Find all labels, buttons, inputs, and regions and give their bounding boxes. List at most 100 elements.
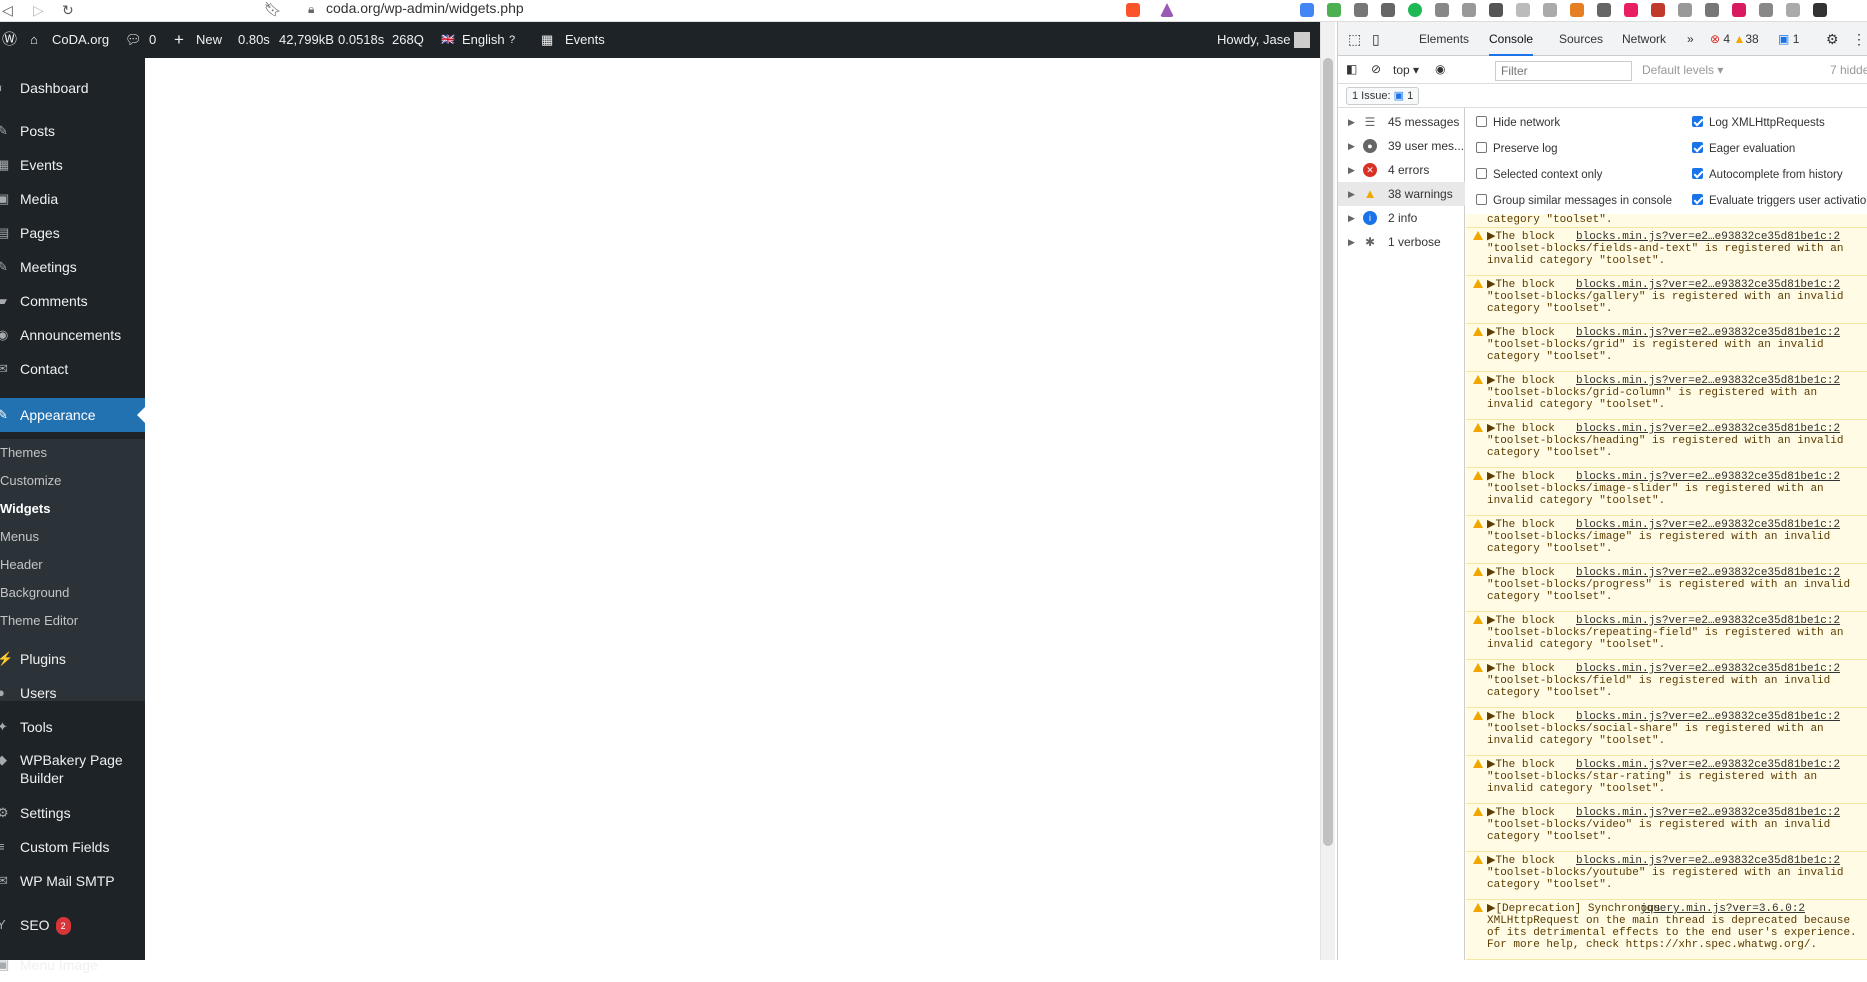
- tab-sources[interactable]: Sources: [1559, 22, 1603, 56]
- plus-icon[interactable]: +: [174, 22, 184, 58]
- list-item[interactable]: ▶ ▲ 38 warnings: [1338, 182, 1465, 206]
- context-selector[interactable]: top ▾: [1393, 63, 1419, 77]
- error-counter[interactable]: ⊗ 4 ▲38: [1710, 22, 1759, 56]
- home-icon[interactable]: ⌂: [30, 22, 38, 58]
- submenu-item-background[interactable]: Background: [0, 579, 69, 607]
- list-item[interactable]: ▶ ✱ 1 verbose: [1338, 230, 1465, 254]
- checkbox-box[interactable]: [1476, 116, 1487, 127]
- address-bar[interactable]: 🔒︎ coda.org/wp-admin/widgets.php: [300, 0, 1120, 20]
- sidebar-item-users[interactable]: ● Users: [0, 676, 145, 710]
- brave-shield-icon[interactable]: [1126, 3, 1140, 17]
- extension-icon[interactable]: [1759, 3, 1773, 17]
- console-warning-entry[interactable]: blocks.min.js?ver=e2…e93832ce35d81be1c:2…: [1466, 516, 1867, 564]
- source-link[interactable]: blocks.min.js?ver=e2…e93832ce35d81be1c:2: [1576, 519, 1840, 531]
- checkbox-box[interactable]: [1692, 194, 1703, 205]
- extension-icon[interactable]: [1462, 3, 1476, 17]
- query-monitor-queries[interactable]: 268Q: [392, 22, 424, 58]
- extension-icon[interactable]: [1435, 3, 1449, 17]
- extension-icon[interactable]: [1705, 3, 1719, 17]
- preserve-log-checkbox[interactable]: Preserve log: [1476, 142, 1558, 155]
- submenu-item-themes[interactable]: Themes: [0, 439, 47, 467]
- sidebar-item-meetings[interactable]: ✎ Meetings: [0, 250, 145, 284]
- device-toolbar-icon[interactable]: ▯: [1372, 22, 1380, 56]
- source-link[interactable]: blocks.min.js?ver=e2…e93832ce35d81be1c:2: [1576, 327, 1840, 339]
- language-switcher[interactable]: English: [462, 22, 505, 58]
- extension-icon[interactable]: [1570, 3, 1584, 17]
- scrollbar-thumb[interactable]: [1323, 58, 1333, 846]
- console-warning-entry[interactable]: blocks.min.js?ver=e2…e93832ce35d81be1c:2…: [1466, 228, 1867, 276]
- list-item[interactable]: ▶ ● 39 user mes...: [1338, 134, 1465, 158]
- extension-icon[interactable]: [1678, 3, 1692, 17]
- source-link[interactable]: blocks.min.js?ver=e2…e93832ce35d81be1c:2: [1576, 807, 1840, 819]
- eager-evaluation-checkbox[interactable]: Eager evaluation: [1692, 142, 1795, 155]
- checkbox-box[interactable]: [1692, 168, 1703, 179]
- list-item[interactable]: ▶ ☰ 45 messages: [1338, 110, 1465, 134]
- sidebar-item-custom-fields[interactable]: ≡ Custom Fields: [0, 830, 145, 864]
- sidebar-item-announcements[interactable]: ◉ Announcements: [0, 318, 145, 352]
- back-icon[interactable]: ◁: [2, 2, 13, 19]
- sidebar-item-contact[interactable]: ✉ Contact: [0, 352, 145, 386]
- site-name-link[interactable]: CoDA.org: [52, 22, 109, 58]
- translate-extension-icon[interactable]: [1300, 3, 1314, 17]
- console-warning-entry[interactable]: blocks.min.js?ver=e2…e93832ce35d81be1c:2…: [1466, 612, 1867, 660]
- query-monitor-memory[interactable]: 42,799kB: [279, 22, 334, 58]
- autocomplete-history-checkbox[interactable]: Autocomplete from history: [1692, 168, 1843, 181]
- console-warning-entry[interactable]: blocks.min.js?ver=e2…e93832ce35d81be1c:2…: [1466, 276, 1867, 324]
- console-warning-entry[interactable]: blocks.min.js?ver=e2…e93832ce35d81be1c:2…: [1466, 660, 1867, 708]
- tab-elements[interactable]: Elements: [1419, 22, 1469, 56]
- console-filter-input[interactable]: [1495, 61, 1632, 81]
- source-link[interactable]: blocks.min.js?ver=e2…e93832ce35d81be1c:2: [1576, 663, 1840, 675]
- source-link[interactable]: blocks.min.js?ver=e2…e93832ce35d81be1c:2: [1576, 567, 1840, 579]
- sidebar-item-events[interactable]: ▦ Events: [0, 148, 145, 182]
- console-warning-entry[interactable]: blocks.min.js?ver=e2…e93832ce35d81be1c:2…: [1466, 708, 1867, 756]
- page-scrollbar[interactable]: [1320, 22, 1335, 960]
- list-item[interactable]: ▶ ✕ 4 errors: [1338, 158, 1465, 182]
- extension-icon[interactable]: [1516, 3, 1530, 17]
- events-link[interactable]: Events: [565, 22, 605, 58]
- source-link[interactable]: blocks.min.js?ver=e2…e93832ce35d81be1c:2: [1576, 615, 1840, 627]
- sidebar-item-plugins[interactable]: ⚡ Plugins: [0, 642, 145, 676]
- list-item[interactable]: ▶ i 2 info: [1338, 206, 1465, 230]
- puzzle-extension-icon[interactable]: [1813, 3, 1827, 17]
- query-monitor-db-time[interactable]: 0.0518s: [338, 22, 384, 58]
- avatar[interactable]: [1294, 32, 1310, 48]
- inspect-element-icon[interactable]: ⬚: [1348, 22, 1361, 56]
- home-extension-icon[interactable]: [1327, 3, 1341, 17]
- console-warning-entry[interactable]: blocks.min.js?ver=e2…e93832ce35d81be1c:2…: [1466, 804, 1867, 852]
- bookmark-icon[interactable]: 🔖︎: [264, 1, 282, 18]
- source-link[interactable]: blocks.min.js?ver=e2…e93832ce35d81be1c:2: [1576, 855, 1840, 867]
- issues-counter[interactable]: ▣ 1: [1778, 22, 1799, 56]
- sidebar-toggle-icon[interactable]: ◧: [1346, 62, 1357, 76]
- sidebar-item-settings[interactable]: ⚙ Settings: [0, 796, 145, 830]
- sidebar-item-wpbakery[interactable]: ◆ WPBakery Page Builder: [0, 751, 145, 791]
- reload-icon[interactable]: ↻: [62, 2, 74, 19]
- issues-button[interactable]: 1 Issue: ▣ 1: [1346, 87, 1420, 105]
- submenu-item-menus[interactable]: Menus: [0, 523, 39, 551]
- tab-network[interactable]: Network: [1622, 22, 1666, 56]
- gear-icon[interactable]: ⚙: [1826, 22, 1839, 56]
- checkbox-box[interactable]: [1692, 142, 1703, 153]
- console-warning-entry[interactable]: blocks.min.js?ver=e2…e93832ce35d81be1c:2…: [1466, 852, 1867, 900]
- source-link[interactable]: blocks.min.js?ver=e2…e93832ce35d81be1c:2: [1576, 471, 1840, 483]
- sidebar-item-appearance[interactable]: ✎ Appearance: [0, 398, 145, 432]
- console-warning-entry[interactable]: blocks.min.js?ver=e2…e93832ce35d81be1c:2…: [1466, 372, 1867, 420]
- source-link[interactable]: blocks.min.js?ver=e2…e93832ce35d81be1c:2: [1576, 759, 1840, 771]
- camera-extension-icon[interactable]: [1786, 3, 1800, 17]
- sidebar-item-wp-mail-smtp[interactable]: ✉ WP Mail SMTP: [0, 864, 145, 898]
- extension-icon[interactable]: [1651, 3, 1665, 17]
- sidebar-item-posts[interactable]: ✎ Posts: [0, 114, 145, 148]
- sidebar-item-menu-image[interactable]: ▣ Menu Image: [0, 948, 145, 982]
- selected-context-checkbox[interactable]: Selected context only: [1476, 168, 1602, 181]
- checkbox-box[interactable]: [1476, 142, 1487, 153]
- forward-icon[interactable]: ▷: [33, 2, 44, 19]
- sidebar-item-media[interactable]: ▣ Media: [0, 182, 145, 216]
- console-log[interactable]: category "toolset". blocks.min.js?ver=e2…: [1466, 214, 1867, 960]
- play-extension-icon[interactable]: [1408, 3, 1422, 17]
- log-levels-dropdown[interactable]: Default levels ▾: [1642, 63, 1723, 77]
- source-link[interactable]: jquery.min.js?ver=3.6.0:2: [1640, 903, 1805, 915]
- comments-icon[interactable]: 💬︎: [125, 22, 142, 58]
- group-similar-checkbox[interactable]: Group similar messages in console: [1476, 194, 1672, 207]
- extension-icon[interactable]: [1732, 3, 1746, 17]
- console-warning-entry[interactable]: blocks.min.js?ver=e2…e93832ce35d81be1c:2…: [1466, 468, 1867, 516]
- code-extension-icon[interactable]: [1597, 3, 1611, 17]
